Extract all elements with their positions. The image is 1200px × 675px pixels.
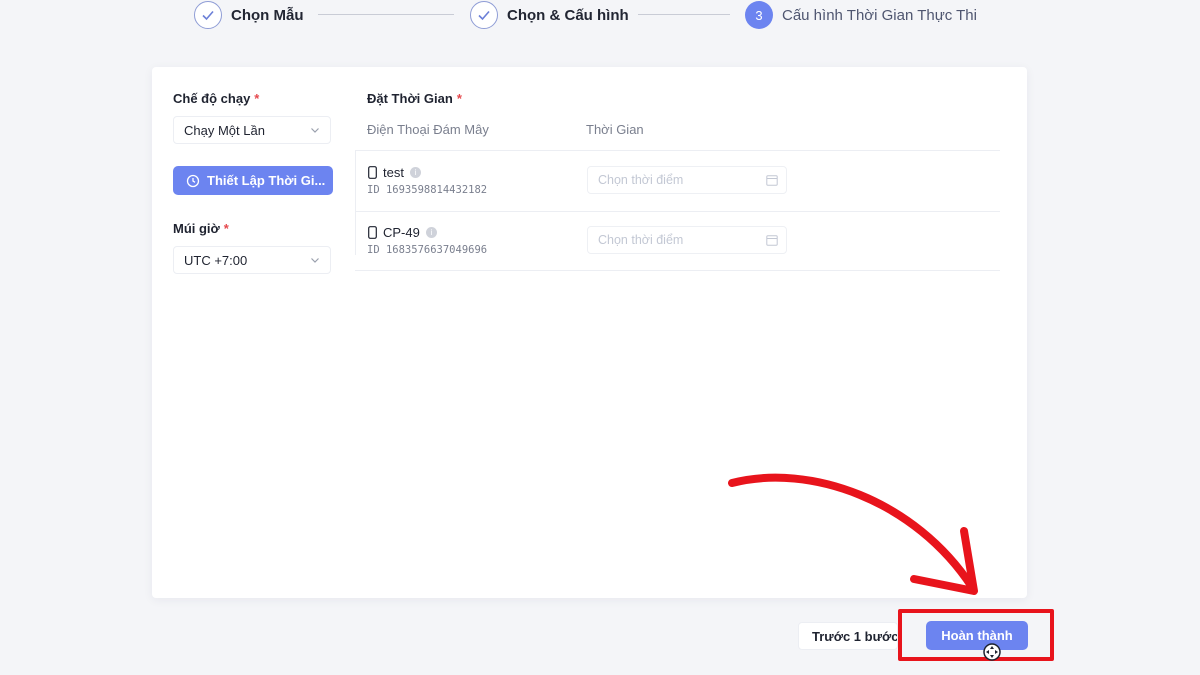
- set-time-label: Thiết Lập Thời Gi...: [207, 173, 326, 188]
- time-picker-placeholder: Chọn thời điểm: [598, 233, 684, 247]
- annotation-arrow: [728, 473, 978, 595]
- step-choose-configure: Chọn & Cấu hình: [470, 0, 629, 30]
- required-mark: *: [254, 91, 260, 106]
- check-icon: [470, 1, 498, 29]
- clock-icon: [186, 174, 200, 187]
- timezone-value: UTC +7:00: [184, 252, 248, 268]
- check-icon: [194, 1, 222, 29]
- step-number-badge: 3: [745, 1, 773, 29]
- run-mode-value: Chạy Một Lần: [184, 122, 265, 138]
- step-label: Chọn Mẫu: [231, 6, 304, 24]
- device-id: ID 1693598814432182: [367, 184, 488, 196]
- calendar-icon: [766, 235, 778, 246]
- chevron-down-icon: [311, 258, 319, 263]
- step-connector: [638, 14, 730, 15]
- header-divider: [355, 150, 1000, 151]
- info-icon[interactable]: i: [425, 227, 437, 238]
- step-choose-template: Chọn Mẫu: [194, 0, 304, 30]
- run-mode-select[interactable]: Chạy Một Lần: [173, 116, 331, 144]
- timezone-select[interactable]: UTC +7:00: [173, 246, 331, 274]
- phone-icon: [368, 166, 377, 179]
- run-mode-label: Chế độ chạy *: [173, 91, 260, 106]
- row-divider: [355, 211, 1000, 212]
- finish-button[interactable]: Hoàn thành: [926, 621, 1028, 650]
- column-header-cloud-phone: Điện Thoại Đám Mây: [367, 122, 489, 137]
- time-picker-input[interactable]: Chọn thời điểm: [587, 166, 787, 194]
- step-execution-time: 3 Cấu hình Thời Gian Thực Thi: [745, 0, 977, 30]
- chevron-down-icon: [311, 128, 319, 133]
- step-label: Cấu hình Thời Gian Thực Thi: [782, 6, 977, 24]
- column-divider: [355, 151, 356, 255]
- step-connector: [318, 14, 454, 15]
- timezone-label: Múi giờ *: [173, 221, 229, 236]
- device-name: test i: [368, 165, 421, 180]
- schedule-title: Đặt Thời Gian *: [367, 91, 462, 106]
- phone-icon: [368, 226, 377, 239]
- previous-step-button[interactable]: Trước 1 bước: [798, 622, 898, 650]
- calendar-icon: [766, 175, 778, 186]
- step-label: Chọn & Cấu hình: [507, 6, 629, 24]
- required-mark: *: [456, 91, 462, 106]
- device-id: ID 1683576637049696: [367, 244, 488, 256]
- column-header-time: Thời Gian: [586, 122, 644, 137]
- set-time-button[interactable]: Thiết Lập Thời Gi...: [173, 166, 333, 195]
- device-name: CP-49 i: [368, 225, 437, 240]
- required-mark: *: [223, 221, 229, 236]
- move-cursor-icon: [983, 643, 1001, 661]
- row-divider: [355, 270, 1000, 271]
- time-picker-input[interactable]: Chọn thời điểm: [587, 226, 787, 254]
- time-picker-placeholder: Chọn thời điểm: [598, 173, 684, 187]
- info-icon[interactable]: i: [409, 167, 421, 178]
